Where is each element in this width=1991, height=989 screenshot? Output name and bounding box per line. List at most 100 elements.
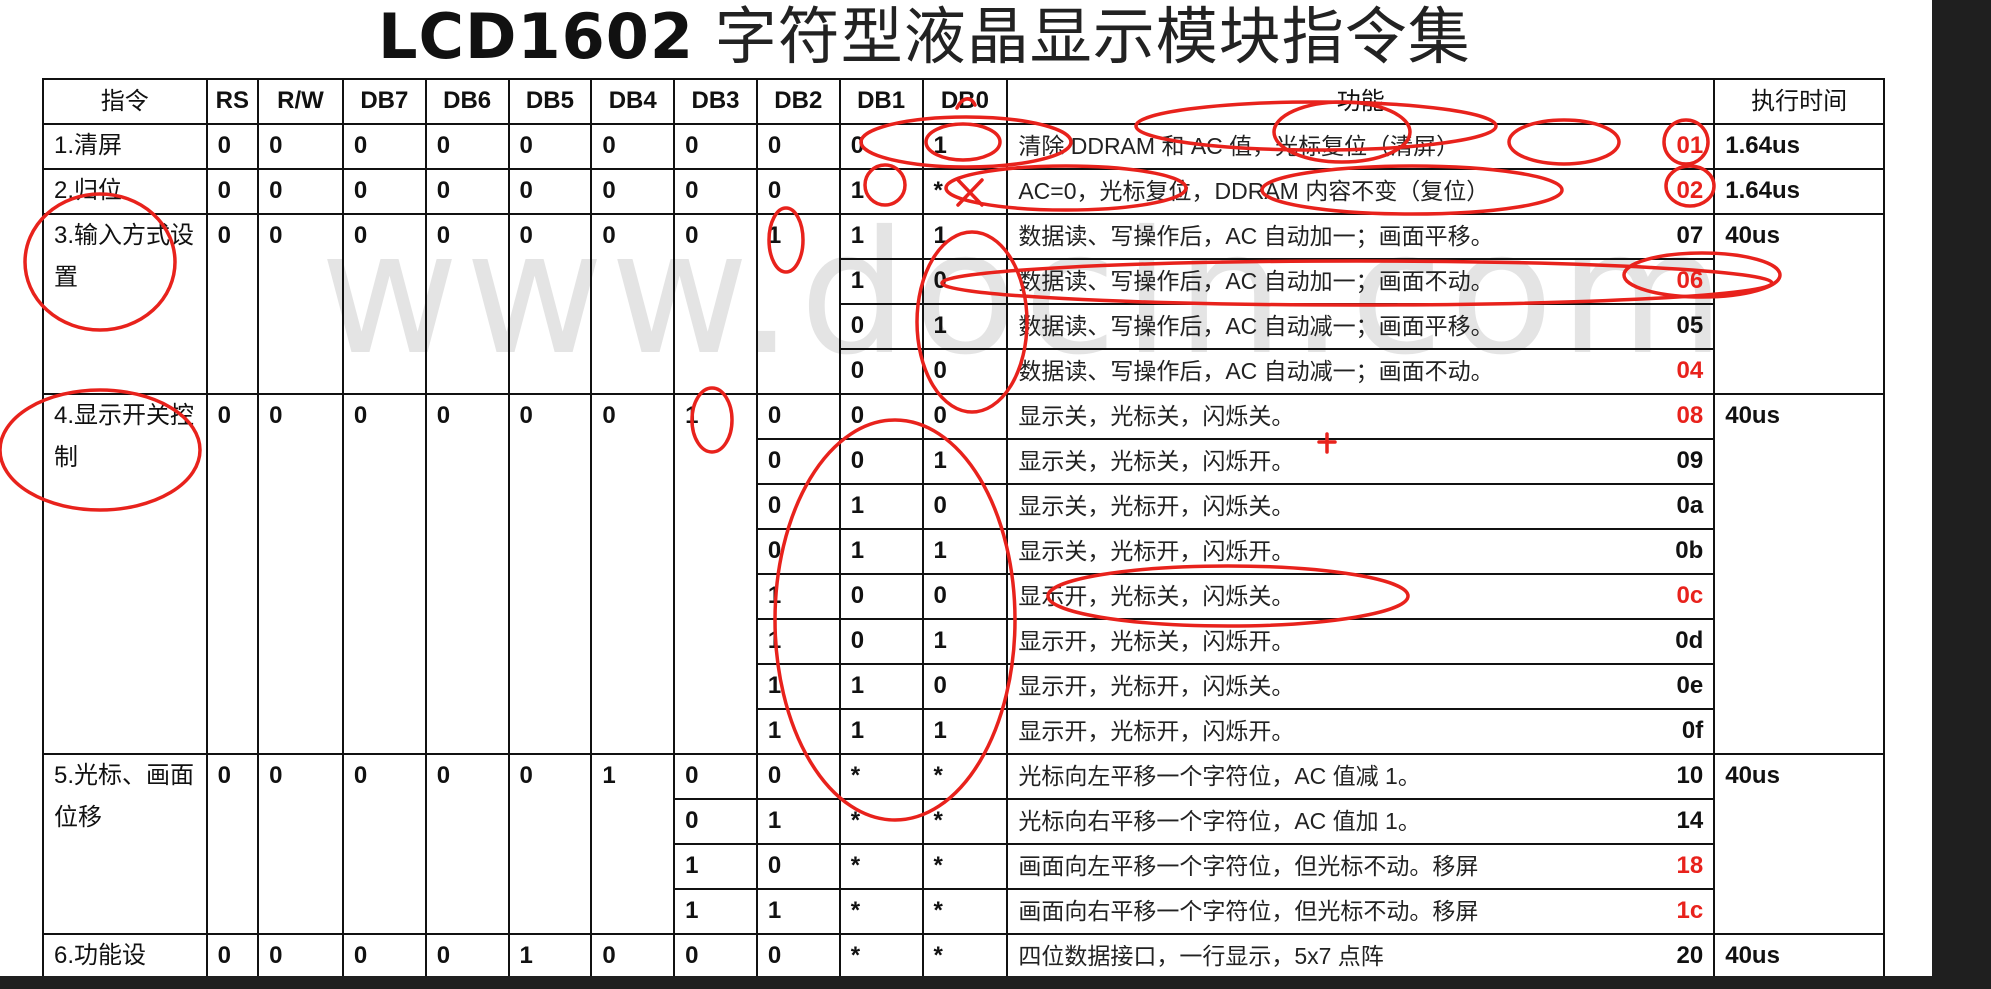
- bit-db1: *: [838, 798, 924, 845]
- hex-code: 0c: [1676, 582, 1704, 609]
- exec-time: 1.64us: [1713, 168, 1885, 215]
- table-row: 2.归位 0 0 0 0 0 0 0 0 1 * AC=0，光标复位，DDRAM 内容不变（复位） 02…: [42, 168, 1885, 215]
- header-db0: DB0: [921, 78, 1009, 125]
- table-row: 1.清屏 0 0 0 0 0 0 0 0 0 1 清除 DDRAM 和 AC 值，光标复位（清屏） 01…: [42, 123, 1885, 170]
- bit-db3: 0: [673, 168, 758, 215]
- bit-db2: 0: [755, 843, 841, 890]
- bit-db1: *: [838, 843, 924, 890]
- bit-db1: 0: [838, 438, 924, 485]
- bit-db7: 0: [341, 393, 427, 755]
- exec-time: 40us: [1713, 393, 1885, 755]
- bit-rs: 0: [205, 393, 260, 755]
- function-text: 画面向右平移一个字符位，但光标不动。移屏 1c: [1006, 888, 1716, 935]
- exec-time: 40us: [1713, 933, 1885, 980]
- bit-rw: 0: [257, 168, 344, 215]
- bit-db2: 0: [755, 528, 841, 575]
- bit-db5: 0: [507, 123, 593, 170]
- instruction-name: 3.输入方式设置: [42, 213, 208, 395]
- bit-db6: 0: [424, 123, 510, 170]
- function-text: 显示开，光标关，闪烁关。 0c: [1006, 573, 1716, 620]
- hex-code: 0b: [1675, 537, 1704, 564]
- instruction-name: 1.清屏: [42, 123, 208, 170]
- bit-rw: 0: [257, 933, 344, 980]
- bit-db7: 0: [341, 168, 427, 215]
- bit-rs: 0: [205, 123, 260, 170]
- table-row: 6.功能设 0 0 0 0 1 0 0 0 * * 四位数据接口，一行显示，5x7 点阵 20 40us: [42, 933, 1885, 980]
- bit-rs: 0: [205, 213, 260, 395]
- bit-db4: 1: [590, 753, 676, 935]
- exec-time: 40us: [1713, 213, 1885, 395]
- bit-db7: 0: [341, 753, 427, 935]
- bit-db3: 1: [673, 888, 758, 935]
- bit-db0: 1: [921, 123, 1009, 170]
- bit-db1: 1: [838, 708, 924, 755]
- bit-db1: 0: [838, 618, 924, 665]
- bit-db2: 1: [755, 573, 841, 620]
- bit-db1: 0: [838, 393, 924, 440]
- header-exec-time: 执行时间: [1713, 78, 1885, 125]
- bit-db1: 1: [838, 483, 924, 530]
- hex-code: 14: [1676, 807, 1704, 834]
- bit-db0: *: [921, 168, 1009, 215]
- function-text: 显示关，光标开，闪烁开。 0b: [1006, 528, 1716, 575]
- bit-db0: 1: [921, 528, 1009, 575]
- instruction-name: 6.功能设: [42, 933, 208, 980]
- bit-db0: *: [921, 753, 1009, 800]
- table-row: 5.光标、画面位移 0 0 0 0 0 1 0 0 * * 光标向左平移一个字符位，AC 值减 1。 1…: [42, 753, 1885, 935]
- bit-db7: 0: [341, 123, 427, 170]
- bit-db0: 0: [921, 393, 1009, 440]
- bit-db1: *: [838, 933, 924, 980]
- exec-time: 1.64us: [1713, 123, 1885, 170]
- bit-rs: 0: [205, 753, 260, 935]
- bottom-dark-bar: [0, 976, 1991, 989]
- bit-db3: 0: [673, 798, 758, 845]
- hex-code: 09: [1676, 447, 1704, 474]
- bit-db3: 1: [673, 843, 758, 890]
- bit-db0: 0: [921, 483, 1009, 530]
- bit-rs: 0: [205, 933, 260, 980]
- bit-db0: 0: [921, 348, 1009, 395]
- hex-code: 04: [1676, 357, 1704, 384]
- bit-db2: 1: [755, 618, 841, 665]
- bit-db1: 0: [838, 348, 924, 395]
- bit-db3: 0: [673, 123, 758, 170]
- bit-db0: *: [921, 933, 1009, 980]
- bit-db0: 0: [921, 663, 1009, 710]
- function-text: 显示开，光标开，闪烁关。 0e: [1006, 663, 1716, 710]
- header-db4: DB4: [590, 78, 676, 125]
- bit-rs: 0: [205, 168, 260, 215]
- bit-db4: 0: [590, 213, 676, 395]
- header-rs: RS: [205, 78, 260, 125]
- bit-db2: 0: [755, 483, 841, 530]
- header-db6: DB6: [424, 78, 510, 125]
- bit-db1: 0: [838, 303, 924, 350]
- bit-db4: 0: [590, 123, 676, 170]
- hex-code: 0a: [1676, 492, 1704, 519]
- bit-db3: 0: [673, 933, 758, 980]
- bit-db1: 0: [838, 573, 924, 620]
- function-text: 显示开，光标关，闪烁开。 0d: [1006, 618, 1716, 665]
- function-text: 数据读、写操作后，AC 自动加一；画面平移。 07: [1006, 213, 1716, 260]
- page-title: LCD1602 字符型液晶显示模块指令集: [378, 0, 1478, 74]
- bit-db1: 1: [838, 663, 924, 710]
- function-text: 清除 DDRAM 和 AC 值，光标复位（清屏） 01: [1006, 123, 1716, 170]
- function-text: 数据读、写操作后，AC 自动减一；画面不动。 04: [1006, 348, 1716, 395]
- bit-db0: 1: [921, 618, 1009, 665]
- hex-code: 0d: [1675, 627, 1704, 654]
- bit-db7: 0: [341, 213, 427, 395]
- hex-code: 06: [1676, 267, 1704, 294]
- bit-db6: 0: [424, 393, 510, 755]
- bit-db3: 1: [673, 393, 758, 755]
- function-text: 画面向左平移一个字符位，但光标不动。移屏 18: [1006, 843, 1716, 890]
- bit-db2: 0: [755, 168, 841, 215]
- title-model: LCD1602: [378, 0, 695, 73]
- function-text: 四位数据接口，一行显示，5x7 点阵 20: [1006, 933, 1716, 980]
- header-function: 功能: [1006, 78, 1716, 125]
- bit-db0: *: [921, 798, 1009, 845]
- bit-db5: 0: [507, 393, 593, 755]
- header-db3: DB3: [673, 78, 758, 125]
- bit-db0: 1: [921, 303, 1009, 350]
- title-text: 字符型液晶显示模块指令集: [714, 0, 1471, 73]
- instruction-name: 4.显示开关控制: [42, 393, 208, 755]
- hex-code: 10: [1676, 762, 1704, 789]
